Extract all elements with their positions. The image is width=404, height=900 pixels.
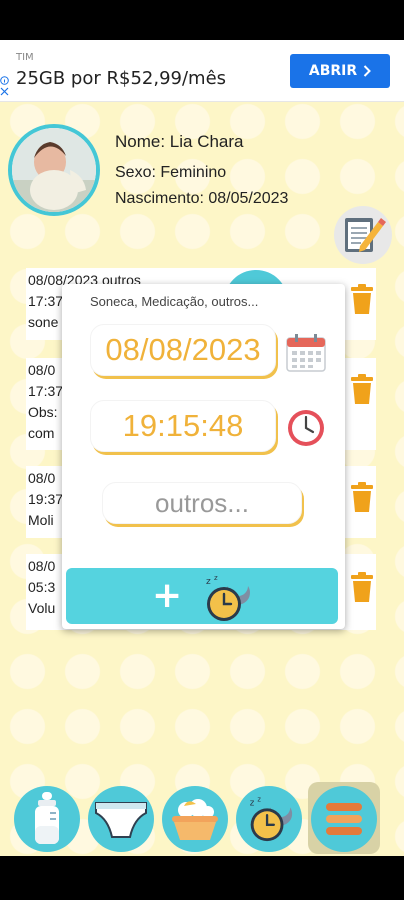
nav-bath[interactable] <box>162 786 228 852</box>
trash-icon[interactable] <box>350 572 374 602</box>
trash-icon[interactable] <box>350 482 374 512</box>
date-value: 08/08/2023 <box>105 332 261 367</box>
svg-text:z: z <box>214 574 218 582</box>
add-event-button[interactable]: + z z <box>66 568 338 624</box>
profile-name: Nome: Lia Chara <box>115 132 244 151</box>
ad-open-label: ABRIR <box>308 63 358 79</box>
sleep-clock-icon: z z <box>206 574 251 621</box>
menu-icon <box>326 803 362 835</box>
trash-icon[interactable] <box>350 374 374 404</box>
status-bar <box>0 0 404 40</box>
add-plus: + <box>152 575 183 616</box>
category-placeholder: outros... <box>155 487 249 518</box>
nav-diaper[interactable] <box>88 786 154 852</box>
time-field[interactable]: 19:15:48 <box>90 400 276 452</box>
bath-icon <box>172 799 218 840</box>
add-event-dialog: Soneca, Medicação, outros... 08/08/2023 … <box>62 284 345 629</box>
ad-sponsor: TIM <box>16 52 34 63</box>
nav-menu[interactable] <box>311 786 377 852</box>
diaper-icon <box>95 802 147 838</box>
svg-text:z: z <box>257 796 261 804</box>
profile-birth: Nascimento: 08/05/2023 <box>115 190 289 207</box>
ad-banner[interactable]: TIM 25GB por R$52,99/mês ABRIR <box>0 40 404 102</box>
pencil-notepad-icon <box>345 218 386 252</box>
category-field[interactable]: outros... <box>102 482 302 524</box>
time-value: 19:15:48 <box>122 408 244 443</box>
dialog-title: Soneca, Medicação, outros... <box>90 294 259 309</box>
chevron-right-icon <box>363 65 372 77</box>
calendar-icon[interactable] <box>286 334 326 372</box>
clock-icon[interactable] <box>286 408 326 448</box>
bottle-icon <box>35 792 59 844</box>
profile-sex: Sexo: Feminino <box>115 164 227 181</box>
edit-profile-button[interactable] <box>334 206 392 264</box>
sleep-clock-icon: z z <box>250 796 293 842</box>
app-screen: Nome: Lia Chara Sexo: Feminino Nasciment… <box>0 102 404 856</box>
trash-icon[interactable] <box>350 284 374 314</box>
baby-avatar[interactable] <box>8 124 100 216</box>
ad-open-button[interactable]: ABRIR <box>290 54 390 88</box>
svg-text:z: z <box>206 577 211 587</box>
nav-bottle[interactable] <box>14 786 80 852</box>
system-nav-bar <box>0 856 404 900</box>
svg-text:z: z <box>250 799 255 809</box>
nav-sleep[interactable]: z z <box>236 786 302 852</box>
date-field[interactable]: 08/08/2023 <box>90 324 276 376</box>
info-icon[interactable] <box>0 76 9 99</box>
ad-text[interactable]: 25GB por R$52,99/mês <box>16 68 226 89</box>
bottom-nav: z z <box>0 782 404 856</box>
